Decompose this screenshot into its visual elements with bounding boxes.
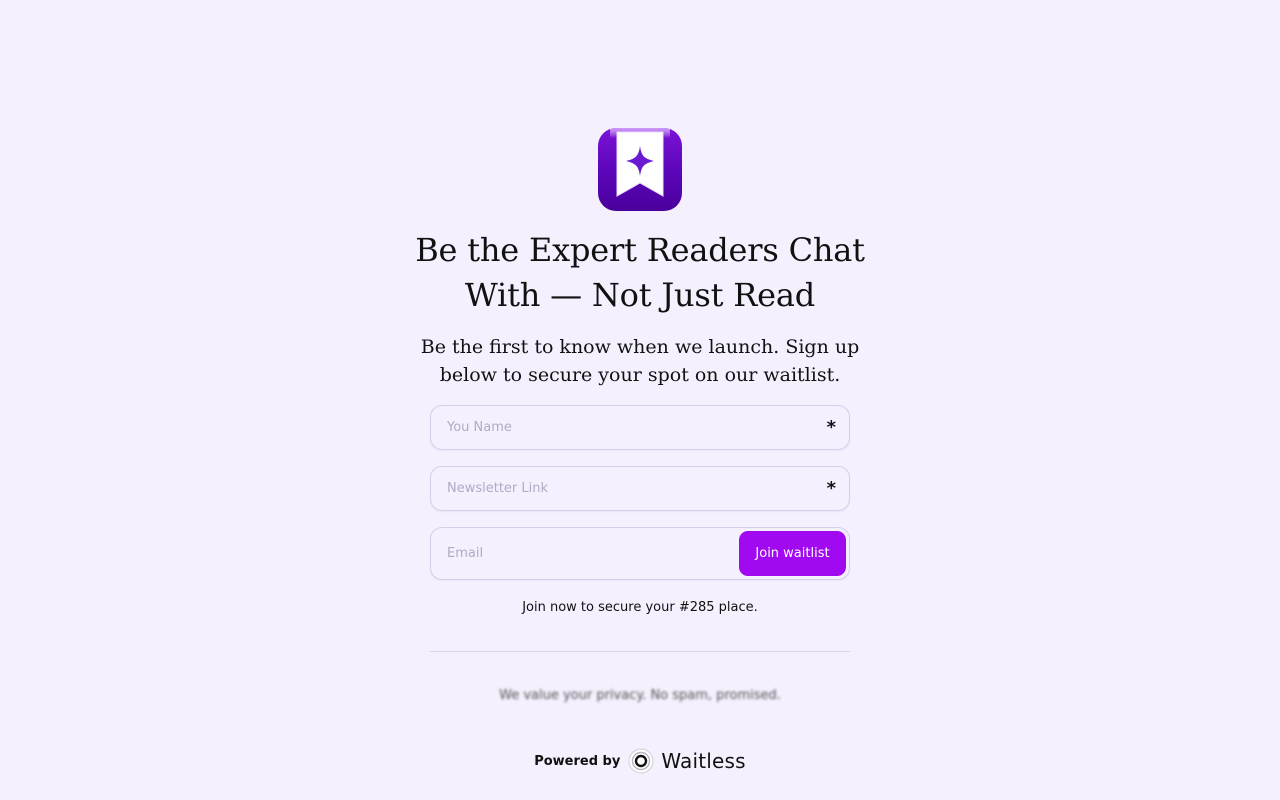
newsletter-link-input[interactable] xyxy=(447,467,807,510)
join-waitlist-button[interactable]: Join waitlist xyxy=(739,531,846,576)
email-input[interactable] xyxy=(447,528,727,579)
page-subheadline: Be the first to know when we launch. Sig… xyxy=(420,336,860,386)
name-field[interactable]: * xyxy=(430,405,850,450)
bookmark-sparkle-icon xyxy=(610,128,670,197)
powered-by-badge[interactable]: Powered by Waitless xyxy=(430,747,850,775)
required-asterisk-icon: * xyxy=(826,478,836,499)
waitlist-page: Be the Expert Readers Chat With — Not Ju… xyxy=(0,0,1280,800)
name-input[interactable] xyxy=(447,406,807,449)
divider xyxy=(430,651,850,652)
required-asterisk-icon: * xyxy=(826,417,836,438)
bookmark-sparkle-logo xyxy=(598,128,682,211)
waitless-logo-icon xyxy=(628,748,654,774)
waitless-brand-name: Waitless xyxy=(661,749,746,773)
newsletter-link-field[interactable]: * xyxy=(430,466,850,511)
powered-by-label: Powered by xyxy=(534,753,621,769)
email-field[interactable]: Join waitlist xyxy=(430,527,850,580)
privacy-note: We value your privacy. No spam, promised… xyxy=(499,688,781,703)
waitlist-position-note: Join now to secure your #285 place. xyxy=(522,600,758,615)
page-headline: Be the Expert Readers Chat With — Not Ju… xyxy=(415,231,865,314)
